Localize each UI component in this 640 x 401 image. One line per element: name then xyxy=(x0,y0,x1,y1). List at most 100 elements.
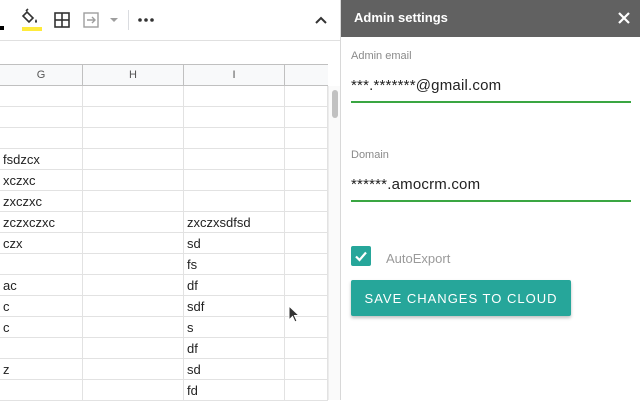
column-header-next[interactable] xyxy=(285,65,328,85)
panel-header: Admin settings xyxy=(341,0,640,37)
table-row: cs xyxy=(0,317,328,338)
table-row: zczxczxc zxczxsdfsd xyxy=(0,212,328,233)
cell-i[interactable] xyxy=(184,86,285,107)
cell-g[interactable] xyxy=(0,107,83,128)
cell-i[interactable] xyxy=(184,149,285,170)
cell-j[interactable] xyxy=(285,170,328,191)
save-changes-button[interactable]: SAVE CHANGES TO CLOUD xyxy=(351,280,571,316)
table-row: fd xyxy=(0,380,328,401)
sheet-toolbar xyxy=(0,0,340,41)
cell-h[interactable] xyxy=(83,149,184,170)
table-row: xczxc xyxy=(0,170,328,191)
cell-i[interactable]: sd xyxy=(184,359,285,380)
table-row: fs xyxy=(0,254,328,275)
cell-g[interactable] xyxy=(0,338,83,359)
cell-i[interactable]: sdf xyxy=(184,296,285,317)
cell-h[interactable] xyxy=(83,380,184,401)
cell-i[interactable]: zxczxsdfsd xyxy=(184,212,285,233)
cell-i[interactable]: fd xyxy=(184,380,285,401)
admin-email-label: Admin email xyxy=(351,50,412,62)
cell-h[interactable] xyxy=(83,128,184,149)
domain-underline xyxy=(351,200,631,202)
table-row xyxy=(0,107,328,128)
cell-i[interactable] xyxy=(184,107,285,128)
table-row: z sd xyxy=(0,359,328,380)
cell-h[interactable] xyxy=(83,338,184,359)
cell-h[interactable] xyxy=(83,275,184,296)
cell-i[interactable] xyxy=(184,191,285,212)
column-header-h[interactable]: H xyxy=(83,65,184,85)
autoexport-checkbox[interactable] xyxy=(351,246,371,266)
cell-h[interactable] xyxy=(83,254,184,275)
column-header-g[interactable]: G xyxy=(0,65,83,85)
cell-h[interactable] xyxy=(83,233,184,254)
cell-g[interactable]: ac xyxy=(0,275,83,296)
cell-j[interactable] xyxy=(285,338,328,359)
domain-field[interactable] xyxy=(351,173,631,195)
scrollbar-thumb[interactable] xyxy=(332,90,338,118)
cell-g[interactable] xyxy=(0,86,83,107)
spreadsheet-area: G H I fsdzcx xczxc zxczxc zczxczxc zxczxsdfs… xyxy=(0,0,340,401)
cell-i[interactable]: df xyxy=(184,338,285,359)
column-headers: G H I xyxy=(0,64,328,86)
vertical-scrollbar[interactable] xyxy=(328,86,340,400)
cell-i[interactable]: s xyxy=(184,317,285,338)
cell-j[interactable] xyxy=(285,149,328,170)
cell-g[interactable]: fsdzcx xyxy=(0,149,83,170)
cell-i[interactable]: df xyxy=(184,275,285,296)
cell-h[interactable] xyxy=(83,212,184,233)
cell-h[interactable] xyxy=(83,191,184,212)
cell-i[interactable] xyxy=(184,128,285,149)
column-header-i[interactable]: I xyxy=(184,65,285,85)
domain-label: Domain xyxy=(351,149,389,161)
cell-i[interactable] xyxy=(184,170,285,191)
cell-g[interactable]: c xyxy=(0,317,83,338)
cell-h[interactable] xyxy=(83,86,184,107)
autoexport-label[interactable]: AutoExport xyxy=(386,251,450,266)
cell-j[interactable] xyxy=(285,107,328,128)
admin-email-underline xyxy=(351,101,631,103)
cell-j[interactable] xyxy=(285,254,328,275)
chevron-up-icon[interactable] xyxy=(312,8,330,32)
cell-grid: fsdzcx xczxc zxczxc zczxczxc zxczxsdfsd czx sd… xyxy=(0,86,328,401)
table-row: ac df xyxy=(0,275,328,296)
cell-j[interactable] xyxy=(285,275,328,296)
partial-tool-icon xyxy=(0,26,4,30)
more-icon[interactable] xyxy=(136,8,156,32)
cell-j[interactable] xyxy=(285,128,328,149)
cell-h[interactable] xyxy=(83,107,184,128)
cell-j[interactable] xyxy=(285,191,328,212)
cell-h[interactable] xyxy=(83,296,184,317)
cell-g[interactable]: zczxczxc xyxy=(0,212,83,233)
table-row: czx sd xyxy=(0,233,328,254)
cell-g[interactable]: z xyxy=(0,359,83,380)
table-row xyxy=(0,86,328,107)
close-icon[interactable] xyxy=(617,11,631,25)
cell-i[interactable]: sd xyxy=(184,233,285,254)
cell-j[interactable] xyxy=(285,212,328,233)
cell-g[interactable] xyxy=(0,128,83,149)
fill-color-icon[interactable] xyxy=(21,8,43,32)
admin-email-field[interactable] xyxy=(351,74,631,96)
checkmark-icon xyxy=(355,251,367,262)
cell-j[interactable] xyxy=(285,380,328,401)
cell-j[interactable] xyxy=(285,233,328,254)
cell-i[interactable]: fs xyxy=(184,254,285,275)
mouse-cursor-icon xyxy=(288,305,300,323)
cell-g[interactable]: zxczxc xyxy=(0,191,83,212)
cell-h[interactable] xyxy=(83,317,184,338)
toolbar-divider xyxy=(128,10,129,30)
admin-settings-panel: Admin settings Admin email Domain AutoEx… xyxy=(340,0,640,400)
table-row: df xyxy=(0,338,328,359)
cell-g[interactable]: c xyxy=(0,296,83,317)
cell-g[interactable] xyxy=(0,380,83,401)
borders-icon[interactable] xyxy=(52,8,72,32)
cell-h[interactable] xyxy=(83,359,184,380)
cell-g[interactable]: czx xyxy=(0,233,83,254)
cell-g[interactable]: xczxc xyxy=(0,170,83,191)
cell-j[interactable] xyxy=(285,359,328,380)
cell-h[interactable] xyxy=(83,170,184,191)
cell-g[interactable] xyxy=(0,254,83,275)
merge-cells-icon[interactable] xyxy=(82,8,122,32)
cell-j[interactable] xyxy=(285,86,328,107)
